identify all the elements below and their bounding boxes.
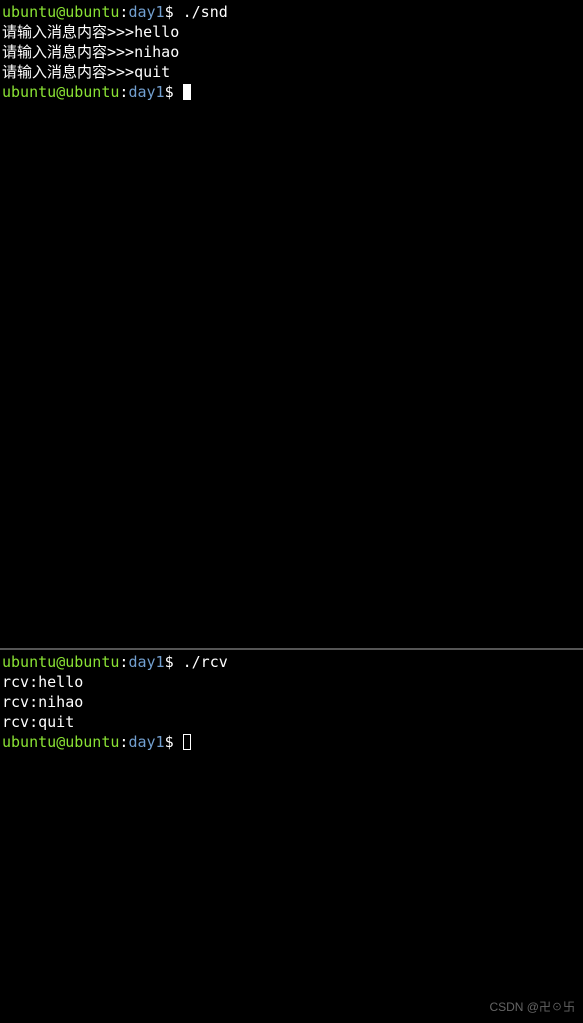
cursor-icon: [183, 84, 191, 100]
output-line: 请输入消息内容>>>quit: [2, 62, 581, 82]
prompt-user: ubuntu: [2, 653, 56, 671]
prompt-at: @: [56, 3, 65, 21]
prompt-at: @: [56, 83, 65, 101]
prompt-at: @: [56, 653, 65, 671]
prompt-path: day1: [128, 83, 164, 101]
prompt-dollar: $: [165, 83, 183, 101]
prompt-dollar: $: [165, 653, 183, 671]
prompt-dollar: $: [165, 3, 183, 21]
prompt-user: ubuntu: [2, 83, 56, 101]
output-line: rcv:quit: [2, 712, 581, 732]
output-line: rcv:nihao: [2, 692, 581, 712]
prompt-path: day1: [128, 3, 164, 21]
prompt-command: ./snd: [183, 3, 228, 21]
terminal-pane-bottom[interactable]: ubuntu@ubuntu:day1$ ./rcv rcv:hello rcv:…: [0, 650, 583, 1021]
terminal-pane-top[interactable]: ubuntu@ubuntu:day1$ ./snd 请输入消息内容>>>hell…: [0, 0, 583, 648]
prompt-host: ubuntu: [65, 733, 119, 751]
output-line: 请输入消息内容>>>hello: [2, 22, 581, 42]
prompt-path: day1: [128, 653, 164, 671]
prompt-line: ubuntu@ubuntu:day1$ ./snd: [2, 2, 581, 22]
cursor-icon: [183, 734, 191, 750]
prompt-dollar: $: [165, 733, 183, 751]
prompt-at: @: [56, 733, 65, 751]
prompt-command: ./rcv: [183, 653, 228, 671]
prompt-line: ubuntu@ubuntu:day1$: [2, 82, 581, 102]
prompt-host: ubuntu: [65, 653, 119, 671]
prompt-host: ubuntu: [65, 83, 119, 101]
prompt-host: ubuntu: [65, 3, 119, 21]
output-line: 请输入消息内容>>>nihao: [2, 42, 581, 62]
watermark-text: CSDN @卍☉卐: [489, 997, 575, 1017]
prompt-path: day1: [128, 733, 164, 751]
output-line: rcv:hello: [2, 672, 581, 692]
prompt-user: ubuntu: [2, 3, 56, 21]
prompt-user: ubuntu: [2, 733, 56, 751]
prompt-line: ubuntu@ubuntu:day1$: [2, 732, 581, 752]
prompt-line: ubuntu@ubuntu:day1$ ./rcv: [2, 652, 581, 672]
